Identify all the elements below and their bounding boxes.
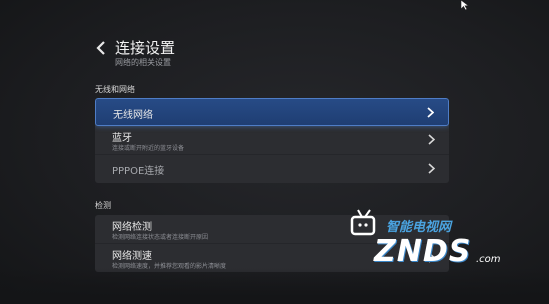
page-subtitle: 网络的相关设置 (115, 58, 171, 67)
chevron-right-icon (428, 134, 435, 145)
menu-item-wifi[interactable]: 无线网络 (95, 98, 449, 126)
menu-item-label: 无线网络 (113, 110, 153, 121)
menu-item-label: 网络检测 (112, 222, 152, 233)
settings-screen: { "header": { "title": "连接设置", "subtitle… (0, 0, 549, 304)
page-title: 连接设置 (115, 39, 176, 57)
back-chevron-icon[interactable] (95, 40, 107, 56)
chevron-right-icon (427, 107, 434, 118)
bottom-fade (0, 268, 549, 304)
watermark-logo: 智能电视网 ZNDS .com (338, 202, 508, 272)
watermark-suffix: .com (476, 254, 501, 265)
mouse-cursor-icon (461, 0, 469, 10)
menu-item-label: PPPOE连接 (112, 166, 165, 177)
menu-item-desc: 连接或断开附近的蓝牙设备 (112, 145, 185, 152)
menu-item-label: 网络测速 (112, 251, 152, 262)
watermark-title: 智能电视网 (386, 220, 452, 235)
wireless-group: 无线网络 蓝牙 连接或断开附近的蓝牙设备 PPPOE连接 (95, 98, 449, 183)
chevron-right-icon (428, 163, 435, 174)
section-label-detect: 检测 (95, 201, 111, 210)
watermark-brand: ZNDS (374, 234, 472, 269)
menu-item-pppoe[interactable]: PPPOE连接 (95, 155, 449, 183)
menu-item-bluetooth[interactable]: 蓝牙 连接或断开附近的蓝牙设备 (95, 126, 449, 155)
menu-item-desc: 检测网络连接状态或者连接断开原因 (112, 234, 209, 241)
section-label-wireless: 无线和网络 (95, 85, 135, 94)
menu-item-label: 蓝牙 (112, 133, 132, 144)
